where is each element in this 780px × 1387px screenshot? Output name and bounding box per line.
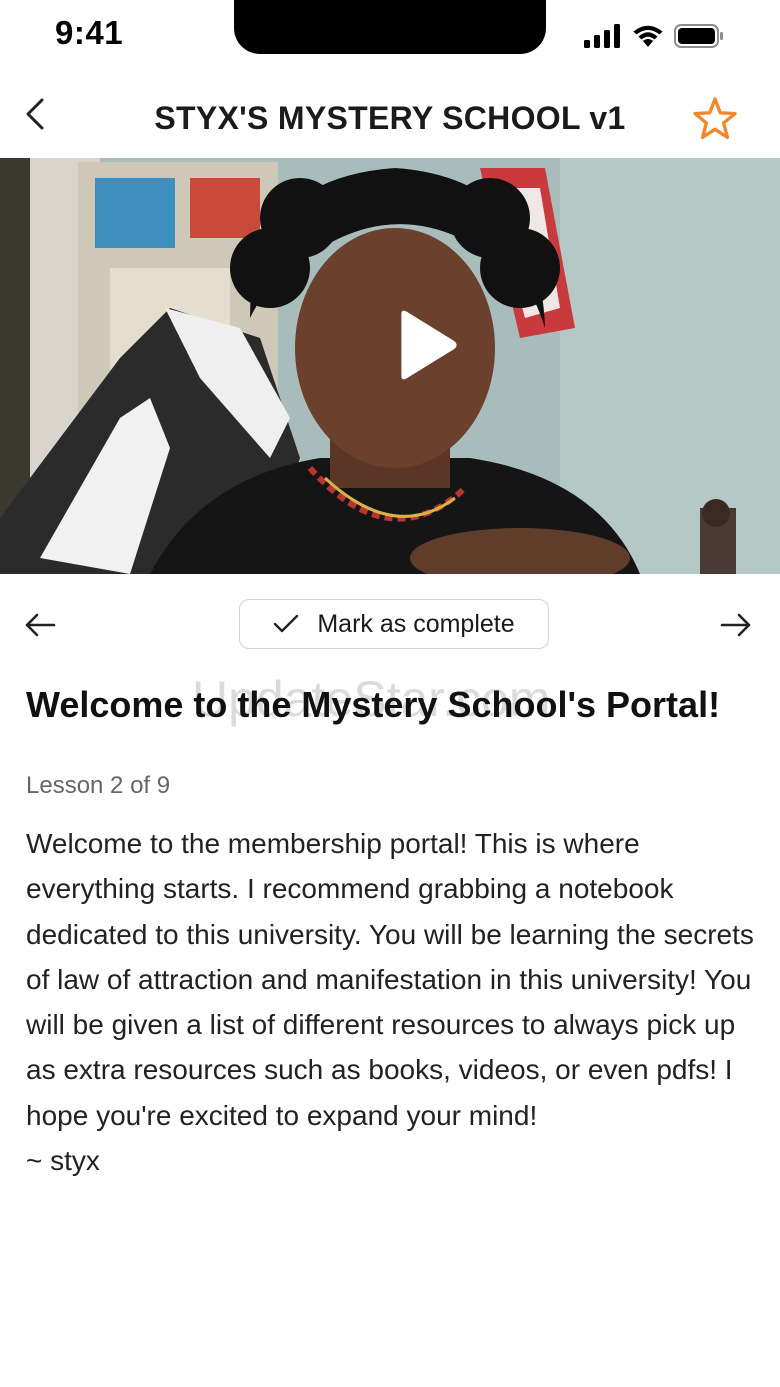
signal-icon xyxy=(584,24,620,48)
lesson-navigation: Mark as complete xyxy=(0,597,780,653)
wifi-icon xyxy=(633,25,663,47)
status-bar: 9:41 xyxy=(0,0,780,78)
status-time: 9:41 xyxy=(55,14,124,51)
checkmark-icon xyxy=(274,614,299,633)
next-lesson-button[interactable] xyxy=(718,607,754,643)
video-thumbnail xyxy=(0,158,780,574)
back-button[interactable] xyxy=(18,92,58,138)
previous-lesson-button[interactable] xyxy=(22,607,58,643)
play-icon[interactable] xyxy=(395,308,459,382)
chevron-left-icon xyxy=(26,98,44,130)
arrow-right-icon xyxy=(720,613,751,637)
nav-header: STYX'S MYSTERY SCHOOL v1 xyxy=(0,78,780,158)
mark-complete-button[interactable]: Mark as complete xyxy=(239,599,549,649)
lesson-screen: 9:41 STYX'S MYSTERY SCHOOL v1 Mark as co… xyxy=(0,0,780,1387)
lesson-progress: Lesson 2 of 9 xyxy=(26,772,171,799)
lesson-body-text: Welcome to the membership portal! This i… xyxy=(26,828,754,1131)
lesson-signature: ~ styx xyxy=(26,1145,100,1177)
lesson-video[interactable] xyxy=(0,158,780,574)
device-notch xyxy=(234,0,546,54)
battery-icon xyxy=(674,24,723,48)
mark-complete-label: Mark as complete xyxy=(317,609,515,638)
lesson-title: Welcome to the Mystery School's Portal! xyxy=(26,684,721,725)
star-icon xyxy=(693,97,737,139)
arrow-left-icon xyxy=(25,613,56,637)
course-title: STYX'S MYSTERY SCHOOL v1 xyxy=(154,100,626,136)
lesson-description: Welcome to the membership portal! This i… xyxy=(26,821,761,1183)
favorite-button[interactable] xyxy=(692,96,738,142)
status-icons xyxy=(584,24,724,48)
